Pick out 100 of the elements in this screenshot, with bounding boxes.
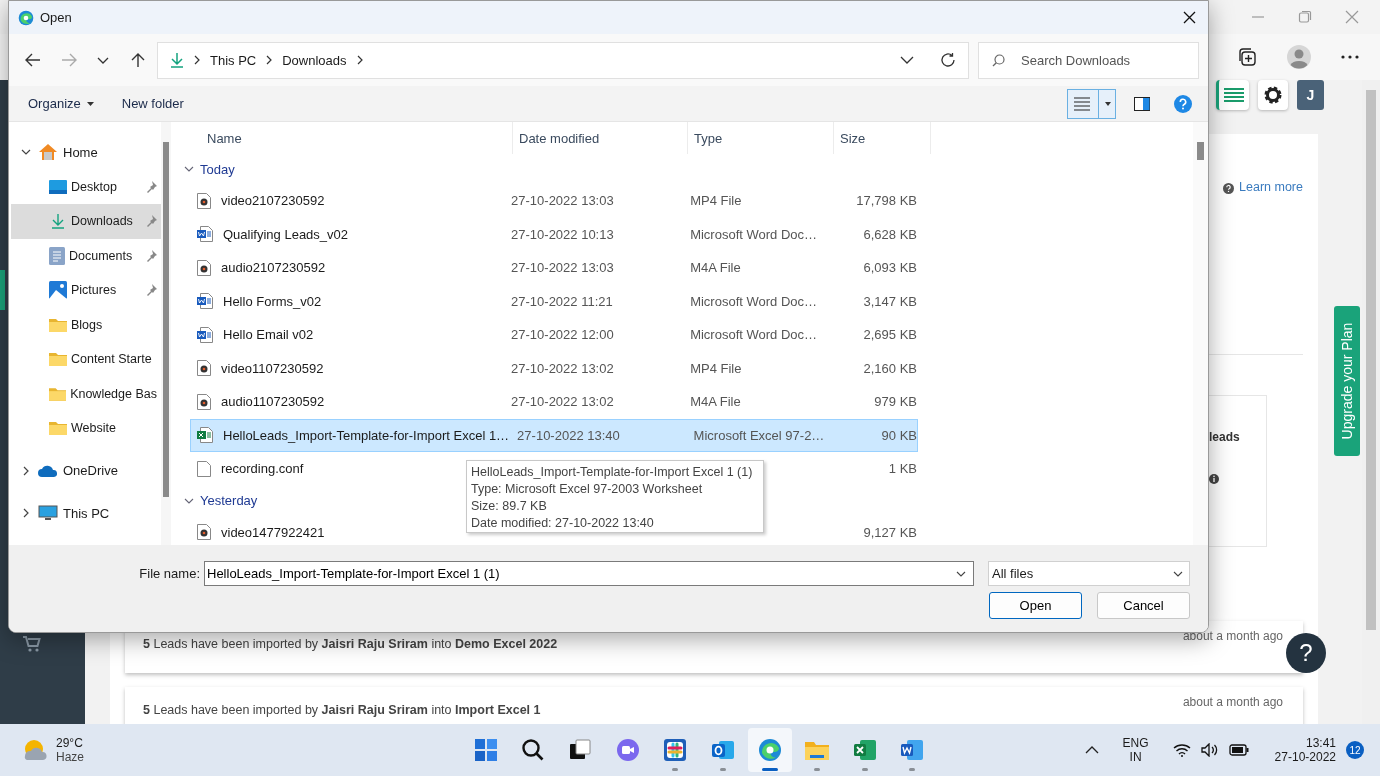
file-name[interactable]: Hello Forms_v02 xyxy=(223,293,322,309)
file-size: 9,127 KB xyxy=(863,524,917,540)
file-name[interactable]: video1107230592 xyxy=(221,360,324,376)
word-file-icon xyxy=(197,326,213,343)
nav-item[interactable]: Website xyxy=(11,411,161,446)
breadcrumb-item[interactable]: Downloads xyxy=(282,52,347,68)
refresh-icon[interactable] xyxy=(940,52,956,68)
file-name[interactable]: audio1107230592 xyxy=(221,394,325,410)
help-icon xyxy=(1223,183,1235,194)
window-title: Open xyxy=(40,10,72,25)
file-type: M4A File xyxy=(690,394,741,410)
open-button[interactable]: Open xyxy=(989,592,1082,619)
view-button[interactable] xyxy=(1067,88,1116,119)
file-date: 27-10-2022 13:03 xyxy=(511,193,614,209)
back-icon[interactable] xyxy=(25,53,41,67)
file-type-dropdown[interactable]: All files xyxy=(988,561,1190,586)
settings-button[interactable] xyxy=(1258,80,1288,110)
battery-icon[interactable] xyxy=(1228,744,1249,756)
nav-item[interactable]: Knowledge Bas xyxy=(11,376,161,411)
nav-item[interactable]: Downloads xyxy=(11,204,161,239)
column-header[interactable]: Name xyxy=(180,122,513,154)
chevron-right-icon xyxy=(266,55,273,65)
nav-item[interactable]: Desktop xyxy=(11,169,161,204)
wifi-icon[interactable] xyxy=(1172,743,1191,757)
nav-item[interactable]: This PC xyxy=(11,496,161,531)
scrollbar[interactable] xyxy=(1193,122,1208,545)
nav-item[interactable]: Home xyxy=(11,135,161,170)
tooltip-line: HelloLeads_Import-Template-for-Import Excel 1 (1) xyxy=(471,464,754,481)
learn-more-link[interactable]: Learn more xyxy=(1239,180,1303,194)
chevron-up-icon[interactable] xyxy=(1084,746,1099,754)
settings-icon xyxy=(1263,85,1283,105)
language-indicator[interactable]: ENG IN xyxy=(1122,736,1149,764)
weather-condition: Haze xyxy=(56,750,84,764)
scrollbar[interactable] xyxy=(161,122,171,545)
media-file-icon xyxy=(197,360,211,377)
chevron-down-icon[interactable] xyxy=(900,56,914,64)
file-date: 27-10-2022 13:02 xyxy=(511,394,614,410)
up-arrow-icon[interactable] xyxy=(131,52,145,68)
cart-icon[interactable] xyxy=(23,636,41,652)
chevron-down-icon[interactable] xyxy=(97,56,109,64)
address-bar[interactable]: This PC Downloads xyxy=(157,41,969,79)
profile-icon[interactable] xyxy=(1287,45,1311,69)
breadcrumb-item[interactable]: This PC xyxy=(210,52,257,68)
user-avatar[interactable]: J xyxy=(1297,80,1324,110)
column-header[interactable]: Type xyxy=(688,122,834,154)
preview-pane-icon[interactable] xyxy=(1134,96,1150,111)
chevron-icon[interactable] xyxy=(21,508,31,519)
caret-icon xyxy=(86,101,94,106)
column-header[interactable]: Date modified xyxy=(513,122,688,154)
nav-item[interactable]: Documents xyxy=(11,238,161,273)
group-header[interactable]: Yesterday xyxy=(180,485,264,516)
list-view-button[interactable] xyxy=(1216,80,1249,110)
tooltip-line: Date modified: 27-10-2022 13:40 xyxy=(471,515,655,532)
nav-item[interactable]: Pictures xyxy=(11,273,161,308)
chevron-right-icon xyxy=(194,55,200,65)
close-icon[interactable] xyxy=(1183,11,1196,24)
document-icon xyxy=(900,738,925,762)
notification-badge[interactable]: 12 xyxy=(1346,741,1364,759)
file-name[interactable]: video1477922421 xyxy=(221,524,325,540)
file-size: 6,093 KB xyxy=(863,260,917,276)
card-label: leads xyxy=(1209,430,1240,444)
media-file-icon xyxy=(197,524,211,541)
file-type: Microsoft Word Doc… xyxy=(690,327,818,343)
list-icon xyxy=(1224,87,1244,103)
column-header[interactable]: Size xyxy=(834,122,931,154)
chevron-right-icon xyxy=(356,55,363,65)
file-name[interactable]: video2107230592 xyxy=(221,193,325,209)
monitor-icon xyxy=(38,505,58,522)
nav-item[interactable]: Content Starte xyxy=(11,342,161,377)
list-icon xyxy=(1074,96,1090,111)
file-name-field[interactable]: HelloLeads_Import-Template-for-Import Excel 1 (1) xyxy=(204,561,974,586)
selected-file-row[interactable]: HelloLeads_Import-Template-for-Import Excel 1… 27-10-2022 13:40 Microsoft Excel 97-2… 90 KB xyxy=(190,418,918,452)
help-icon[interactable] xyxy=(1174,94,1192,113)
chevron-icon[interactable] xyxy=(184,164,194,174)
nav-item[interactable]: OneDrive xyxy=(11,453,161,488)
chevron-down-icon[interactable] xyxy=(956,571,966,577)
collections-icon[interactable] xyxy=(1237,47,1257,67)
search-field[interactable]: Search Downloads xyxy=(978,41,1199,79)
file-type: M4A File xyxy=(690,260,741,276)
new-folder-button[interactable]: New folder xyxy=(112,92,193,115)
organize-menu[interactable]: Organize xyxy=(19,92,103,115)
chevron-icon[interactable] xyxy=(21,465,31,476)
cloud-icon xyxy=(38,463,58,478)
nav-item[interactable]: Blogs xyxy=(11,307,161,342)
browser-icon xyxy=(757,738,782,762)
group-header[interactable]: Today xyxy=(180,154,241,184)
file-name[interactable]: HelloLeads_Import-Template-for-Import Excel 1… xyxy=(223,427,510,443)
volume-icon[interactable] xyxy=(1200,743,1219,757)
more-icon[interactable] xyxy=(1341,55,1359,59)
restore-icon[interactable] xyxy=(1298,10,1312,24)
spreadsheet-icon xyxy=(852,738,877,762)
activity-text: 5 Leads have been imported by Jaisri Raju Sriram into Import Excel 1 xyxy=(143,703,541,717)
file-name[interactable]: audio2107230592 xyxy=(221,260,326,276)
file-name[interactable]: Hello Email v02 xyxy=(223,327,314,343)
file-name[interactable]: Qualifying Leads_v02 xyxy=(223,226,349,242)
search-icon xyxy=(992,53,1005,67)
file-date: 27-10-2022 12:00 xyxy=(511,327,614,343)
cancel-button[interactable]: Cancel xyxy=(1097,592,1190,619)
file-name[interactable]: recording.conf xyxy=(221,461,304,477)
clock[interactable]: 13:41 27-10-2022 xyxy=(1274,736,1336,764)
